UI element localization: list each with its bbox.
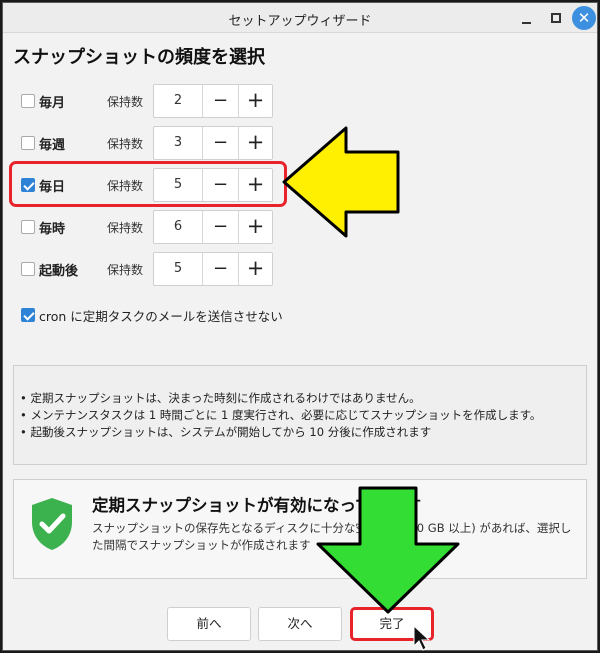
finish-button[interactable]: 完了 xyxy=(350,607,434,641)
info-notes: • 定期スナップショットは、決まった時刻に作成されるわけではありません。 • メ… xyxy=(13,365,587,465)
decrement-button[interactable]: − xyxy=(202,211,238,243)
keep-count-stepper: 2 − + xyxy=(153,84,273,118)
previous-button[interactable]: 前へ xyxy=(167,607,251,641)
keep-count-label: 保持数 xyxy=(107,137,144,151)
keep-count-value[interactable]: 3 xyxy=(154,127,202,159)
monthly-checkbox[interactable] xyxy=(21,94,35,108)
shield-check-icon xyxy=(32,498,72,550)
status-description: スナップショットの保存先となるディスクに十分な空き容量 (10 GB 以上) が… xyxy=(92,521,572,552)
next-button[interactable]: 次へ xyxy=(258,607,342,641)
keep-count-value[interactable]: 2 xyxy=(154,85,202,117)
schedule-row-monthly: 毎月 保持数 2 − + xyxy=(3,83,597,119)
keep-count-value[interactable]: 5 xyxy=(154,253,202,285)
schedule-row-hourly: 毎時 保持数 6 − + xyxy=(3,209,597,245)
status-title: 定期スナップショットが有効になっています xyxy=(92,496,422,515)
keep-count-value[interactable]: 6 xyxy=(154,211,202,243)
decrement-button[interactable]: − xyxy=(202,253,238,285)
row-label: 毎時 xyxy=(39,222,66,237)
note-line: • 起動後スナップショットは、システムが開始してから 10 分後に作成されます xyxy=(20,425,432,439)
status-panel: 定期スナップショットが有効になっています スナップショットの保存先となるディスク… xyxy=(13,479,587,579)
weekly-checkbox[interactable] xyxy=(21,136,35,150)
boot-checkbox[interactable] xyxy=(21,262,35,276)
keep-count-label: 保持数 xyxy=(107,95,144,109)
keep-count-stepper: 3 − + xyxy=(153,126,273,160)
schedule-row-weekly: 毎週 保持数 3 − + xyxy=(3,125,597,161)
window-title: セットアップウィザード xyxy=(228,14,372,29)
hourly-checkbox[interactable] xyxy=(21,220,35,234)
title-bar[interactable]: セットアップウィザード ✕ xyxy=(3,3,597,33)
schedule-row-boot: 起動後 保持数 5 − + xyxy=(3,251,597,287)
keep-count-label: 保持数 xyxy=(107,221,144,235)
cron-label[interactable]: cron に定期タスクのメールを送信させない xyxy=(39,306,283,325)
decrement-button[interactable]: − xyxy=(202,127,238,159)
page-title: スナップショットの頻度を選択 xyxy=(13,47,265,68)
increment-button[interactable]: + xyxy=(238,127,272,159)
row-label: 起動後 xyxy=(39,264,79,279)
keep-count-stepper: 6 − + xyxy=(153,210,273,244)
row-label: 毎週 xyxy=(39,138,66,153)
setup-wizard-window: セットアップウィザード ✕ スナップショットの頻度を選択 毎月 保持数 2 − … xyxy=(2,2,598,651)
cron-checkbox[interactable] xyxy=(21,308,35,322)
cron-option: cron に定期タスクのメールを送信させない xyxy=(3,303,597,327)
keep-count-label: 保持数 xyxy=(107,263,144,277)
increment-button[interactable]: + xyxy=(238,85,272,117)
note-line: • 定期スナップショットは、決まった時刻に作成されるわけではありません。 xyxy=(20,391,421,405)
increment-button[interactable]: + xyxy=(238,211,272,243)
minimize-icon[interactable] xyxy=(515,7,537,29)
increment-button[interactable]: + xyxy=(238,253,272,285)
close-icon[interactable]: ✕ xyxy=(572,6,596,30)
decrement-button[interactable]: − xyxy=(202,85,238,117)
daily-row-highlight xyxy=(9,161,287,207)
maximize-icon[interactable] xyxy=(545,7,567,29)
keep-count-stepper: 5 − + xyxy=(153,252,273,286)
note-line: • メンテナンスタスクは 1 時間ごとに 1 度実行され、必要に応じてスナップシ… xyxy=(20,408,542,422)
row-label: 毎月 xyxy=(39,96,66,111)
